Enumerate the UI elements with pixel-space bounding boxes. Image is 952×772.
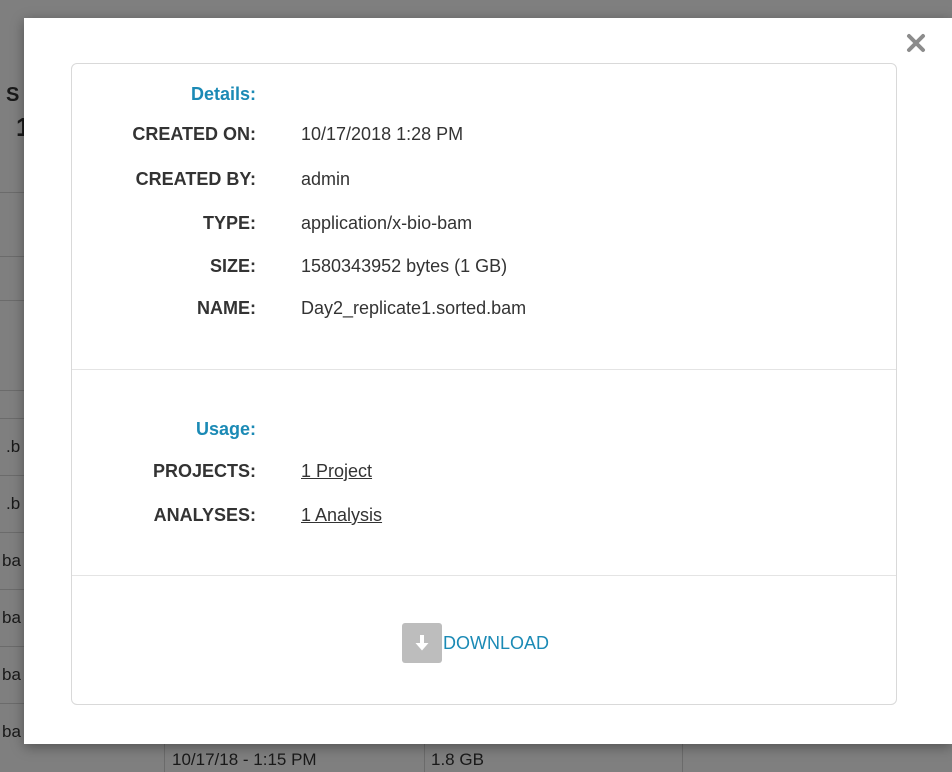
projects-label: PROJECTS: <box>152 461 256 481</box>
download-arrow-icon <box>402 623 442 663</box>
created-by-label: CREATED BY: <box>135 169 256 189</box>
type-label: TYPE: <box>202 213 256 233</box>
file-details-modal: Details: CREATED ON: 10/17/2018 1:28 PM … <box>24 18 952 744</box>
file-info-panel: Details: CREATED ON: 10/17/2018 1:28 PM … <box>71 63 897 705</box>
created-on-label: CREATED ON: <box>132 124 256 144</box>
download-button[interactable]: DOWNLOAD <box>402 623 549 663</box>
name-label: NAME: <box>197 298 256 318</box>
detail-row-created-by: CREATED BY: admin <box>72 169 896 195</box>
detail-row-size: SIZE: 1580343952 bytes (1 GB) <box>72 256 896 282</box>
detail-row-created-on: CREATED ON: 10/17/2018 1:28 PM <box>72 124 896 150</box>
details-heading: Details: <box>190 84 256 104</box>
size-label: SIZE: <box>209 256 256 276</box>
download-section: DOWNLOAD <box>72 575 896 705</box>
analyses-link[interactable]: 1 Analysis <box>301 505 382 526</box>
created-on-value: 10/17/2018 1:28 PM <box>301 124 464 144</box>
usage-section: Usage: PROJECTS: 1 Project ANALYSES: 1 A… <box>72 369 896 576</box>
name-value: Day2_replicate1.sorted.bam <box>301 298 527 318</box>
details-section: Details: CREATED ON: 10/17/2018 1:28 PM … <box>72 64 896 368</box>
download-label: DOWNLOAD <box>443 632 550 653</box>
created-by-value: admin <box>301 169 351 189</box>
close-icon <box>907 34 925 52</box>
type-value: application/x-bio-bam <box>301 213 473 233</box>
close-button[interactable] <box>902 28 930 58</box>
detail-row-type: TYPE: application/x-bio-bam <box>72 213 896 239</box>
usage-row-analyses: ANALYSES: 1 Analysis <box>72 505 896 531</box>
size-value: 1580343952 bytes (1 GB) <box>301 256 508 276</box>
usage-row-projects: PROJECTS: 1 Project <box>72 461 896 487</box>
projects-link[interactable]: 1 Project <box>301 461 372 482</box>
usage-heading: Usage: <box>195 419 256 439</box>
analyses-label: ANALYSES: <box>153 505 256 525</box>
detail-row-name: NAME: Day2_replicate1.sorted.bam <box>72 298 896 324</box>
